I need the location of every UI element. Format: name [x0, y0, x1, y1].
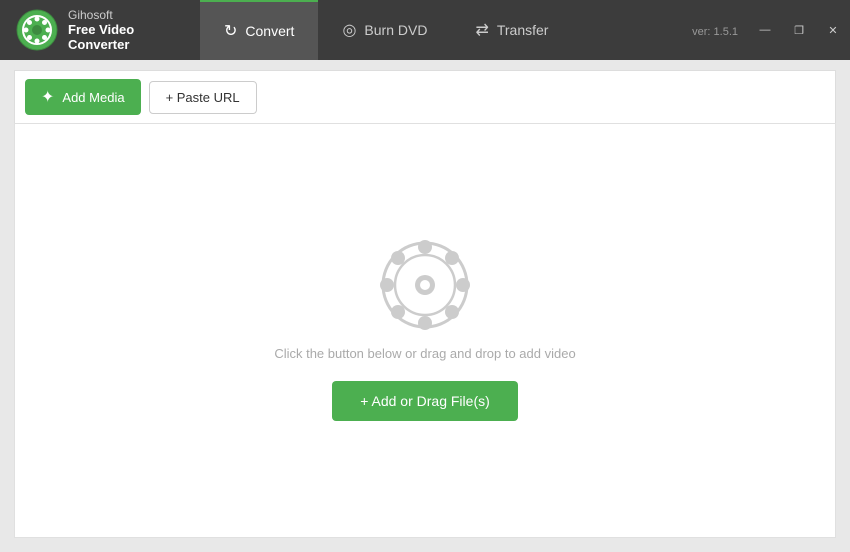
drop-zone-container: Click the button below or drag and drop …: [14, 123, 836, 538]
paste-url-button[interactable]: + Paste URL: [149, 81, 257, 114]
app-logo-area: Gihosoft Free Video Converter: [0, 8, 200, 52]
close-button[interactable]: ✕: [816, 16, 850, 44]
paste-url-label: + Paste URL: [166, 90, 240, 105]
drop-hint-text: Click the button below or drag and drop …: [274, 346, 575, 361]
add-media-label: Add Media: [62, 90, 124, 105]
version-text: ver: 1.5.1: [692, 22, 748, 38]
title-bar: Gihosoft Free Video Converter ↻ Convert …: [0, 0, 850, 60]
add-drag-files-button[interactable]: + Add or Drag File(s): [332, 381, 518, 421]
add-media-button[interactable]: ✦ Add Media: [25, 79, 141, 115]
app-logo-icon: [16, 9, 58, 51]
app-title: Gihosoft Free Video Converter: [68, 8, 184, 52]
tab-burn-dvd-label: Burn DVD: [364, 22, 427, 38]
drop-zone[interactable]: Click the button below or drag and drop …: [15, 124, 835, 537]
minimize-button[interactable]: —: [748, 16, 782, 44]
film-reel-icon: [380, 240, 470, 330]
app-name-top: Gihosoft: [68, 8, 184, 22]
tab-burn-dvd[interactable]: ◎ Burn DVD: [318, 0, 451, 60]
add-media-icon: ✦: [41, 87, 54, 107]
tab-transfer[interactable]: ⇄ Transfer: [451, 0, 572, 60]
convert-icon: ↻: [224, 21, 237, 41]
toolbar: ✦ Add Media + Paste URL: [14, 70, 836, 123]
tab-convert[interactable]: ↻ Convert: [200, 0, 318, 60]
window-controls-area: ver: 1.5.1 — ❐ ✕: [692, 16, 850, 44]
burn-dvd-icon: ◎: [342, 20, 356, 40]
restore-button[interactable]: ❐: [782, 16, 816, 44]
app-name-bottom: Free Video Converter: [68, 22, 184, 52]
transfer-icon: ⇄: [475, 20, 488, 40]
tab-convert-label: Convert: [245, 23, 294, 39]
nav-tabs: ↻ Convert ◎ Burn DVD ⇄ Transfer: [200, 0, 692, 60]
window-controls: — ❐ ✕: [748, 16, 850, 44]
tab-transfer-label: Transfer: [497, 22, 549, 38]
add-drag-files-label: + Add or Drag File(s): [360, 393, 490, 409]
content-area: ✦ Add Media + Paste URL: [0, 60, 850, 552]
